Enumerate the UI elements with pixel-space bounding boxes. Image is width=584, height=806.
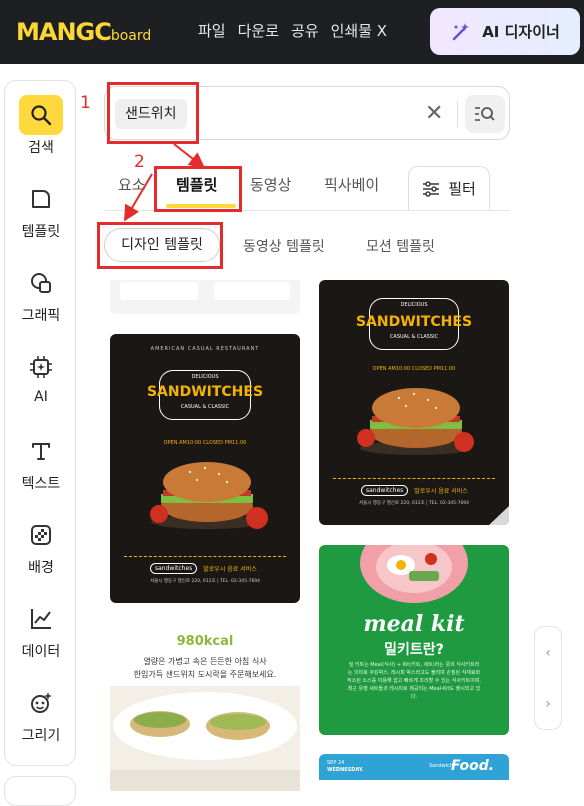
poster-title: SANDWITCHES [146,384,264,400]
template-icon [19,179,63,219]
nav-print[interactable]: 인쇄물 X [331,20,389,41]
sandwich-image [357,388,474,455]
logo[interactable]: MANGCboard [16,18,151,46]
kcal-line2: 한입가득 샌드위치 도시락을 주문해보세요. [133,670,277,679]
annotation-number-1: 1 [80,93,91,113]
poster-subtitle: CASUAL & CLASSIC [389,334,439,340]
subtab-motion-template[interactable]: 모션 템플릿 [366,236,435,256]
search-list-button[interactable] [465,95,505,133]
nav-file[interactable]: 파일 [198,20,226,41]
text-icon [19,431,63,471]
card-thumb [214,282,290,300]
mealkit-image [360,545,468,603]
sidebar-item-ai[interactable]: AI [5,347,77,405]
poster-delivery: 발로우시 음료 서비스 [203,566,257,573]
template-card-kcal[interactable]: 980kcal 열량은 가볍고 속은 든든한 아침 식사 한입가득 샌드위치 도… [110,624,300,791]
template-card-food[interactable]: SEP 24 WEDNESDAY. Sandwich Food. [319,754,509,791]
poster-sns-row: sandwitches 발로우시 음료 서비스 [361,485,468,496]
template-card-sandwiches[interactable]: AMERICAN CASUAL RESTAURANT DELICIOUS SAN… [110,334,300,603]
mealkit-subtitle: 밀키트란? [384,642,444,658]
divider [457,101,458,127]
carousel-nav: ‹ › [534,626,562,730]
poster-sns-row: sandwitches 발로우시 음료 서비스 [150,563,257,574]
card-thumb [120,282,198,300]
list-search-icon [475,107,495,121]
poster-sns: sandwitches [361,485,409,496]
nav-share[interactable]: 공유 [291,20,319,41]
sidebar-item-label: 텍스트 [21,476,61,492]
poster-divider [124,556,286,557]
nav-download[interactable]: 다운로 [238,20,279,41]
sidebar-item-label: AI [34,389,48,405]
ai-chip-icon [19,347,63,387]
background-icon [19,515,63,555]
top-nav: 파일 다운로 공유 인쇄물 X [198,20,389,41]
sidebar-item-graphic[interactable]: 그래픽 [5,263,77,325]
ai-designer-button[interactable]: AI 디자이너 [430,8,580,55]
tab-videos[interactable]: 동영상 [250,174,291,195]
graphic-icon [19,263,63,303]
poster-subtitle: CASUAL & CLASSIC [180,404,230,410]
sidebar-item-text[interactable]: 텍스트 [5,431,77,493]
food-title: Food. [451,758,495,774]
logo-sub: board [110,28,152,44]
ai-designer-label: AI 디자이너 [482,23,560,41]
draw-icon [19,683,63,723]
filter-icon [423,180,440,197]
template-card[interactable] [110,280,300,314]
sidebar-item-draw[interactable]: 그리기 [5,683,77,745]
sidebar-item-template[interactable]: 템플릿 [5,179,77,241]
kcal-amount: 980kcal [176,634,234,649]
annotation-box-search [107,82,199,144]
sidebar-item-label: 그래픽 [21,308,61,324]
tab-pixabay[interactable]: 픽사베이 [324,174,379,195]
page-curl [489,506,509,525]
poster-delicious: DELICIOUS [400,302,428,308]
top-bar: MANGCboard 파일 다운로 공유 인쇄물 X AI 디자이너 [0,0,584,64]
sidebar-item-label: 배경 [28,560,54,576]
food-date1: SEP 24 [327,760,345,766]
chevron-left-icon[interactable]: ‹ [545,645,551,661]
template-card-mealkit[interactable]: meal kit 밀키트란? 밀 키트는 Meal(식사) + Kit(키트, … [319,545,509,735]
poster-top-text: AMERICAN CASUAL RESTAURANT [150,346,260,352]
sidebar-item-label: 검색 [28,140,54,156]
poster-title: SANDWITCHES [355,314,473,330]
sidebar-item-data[interactable]: 데이터 [5,599,77,661]
sidebar-item-background[interactable]: 배경 [5,515,77,577]
logo-main: MANGC [16,18,112,46]
sidebar-item-label: 템플릿 [21,224,61,240]
sidebar-item-label: 그리기 [21,728,61,744]
chevron-right-icon[interactable]: › [545,696,551,712]
sidebar-item-label: 데이터 [21,644,61,660]
template-card-sandwiches-2[interactable]: DELICIOUS SANDWITCHES CASUAL & CLASSIC O… [319,280,509,525]
annotation-arrows [123,143,206,222]
mealkit-body: 밀 키트는 Meal(식사) + Kit(키트, 세트)라는 뜻의 식사키트라는… [347,662,481,700]
clear-icon[interactable]: ✕ [425,101,443,126]
search-icon [19,95,63,135]
sandwich-plate-image [110,686,300,791]
magic-wand-icon [452,22,470,40]
poster-sns: sandwitches [150,563,198,574]
sidebar-item-search[interactable]: 검색 [5,95,77,157]
subtab-video-template[interactable]: 동영상 템플릿 [243,236,325,256]
left-sidebar: 검색 템플릿 그래픽 AI 텍스트 배경 데이터 그리기 [4,80,76,766]
food-image-area [319,780,509,791]
chart-icon [19,599,63,639]
poster-delivery: 발로우시 음료 서비스 [414,488,468,495]
poster-hours: OPEN AM10:00 CLOSED PM11:00 [163,440,247,446]
filter-label: 필터 [448,180,476,198]
filter-button[interactable]: 필터 [408,166,490,210]
poster-address: 서울시 행동구 행신로 220, 611호 | TEL. 02-345-7694 [149,579,261,584]
sidebar-bottom-panel [4,776,76,806]
poster-divider [333,478,495,479]
food-date2: WEDNESDAY. [327,767,364,773]
poster-delicious: DELICIOUS [191,374,219,380]
poster-hours: OPEN AM10:00 CLOSED PM11:00 [372,366,456,372]
mealkit-title: meal kit [363,611,465,637]
poster-address: 서울시 행동구 행신로 220, 611호 | TEL. 02-345-7694 [358,501,470,506]
sandwich-image [150,462,268,529]
template-grid: AMERICAN CASUAL RESTAURANT DELICIOUS SAN… [96,280,524,791]
food-small: Sandwich [429,763,453,769]
kcal-line1: 열량은 가볍고 속은 든든한 아침 식사 [143,657,267,666]
